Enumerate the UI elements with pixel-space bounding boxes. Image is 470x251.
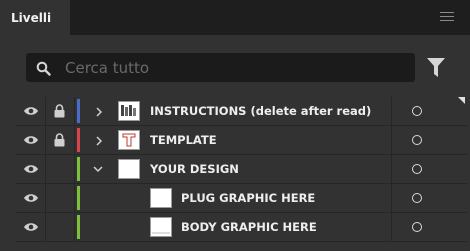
layer-row-plug-graphic[interactable]: PLUG GRAPHIC HERE — [16, 184, 467, 213]
eye-icon — [24, 165, 38, 173]
target-circle-icon[interactable] — [412, 193, 422, 203]
column-divider — [391, 97, 392, 125]
layers-panel: Livelli Cerca tutto INSTRUCTIONS (delete… — [0, 0, 470, 251]
visibility-toggle[interactable] — [16, 126, 46, 154]
layer-name[interactable]: TEMPLATE — [150, 133, 217, 147]
lock-toggle-empty[interactable] — [46, 213, 75, 241]
filter-icon[interactable] — [427, 58, 445, 78]
layer-color-bar — [77, 128, 80, 152]
panel-tab-bar: Livelli — [0, 0, 470, 35]
layer-thumbnail — [118, 101, 140, 121]
lock-toggle[interactable] — [46, 97, 75, 125]
layer-color-bar — [77, 215, 80, 239]
sublayer-thumbnail — [150, 217, 172, 237]
eye-icon — [24, 223, 38, 231]
lock-toggle-empty[interactable] — [46, 155, 75, 183]
chevron-right-icon[interactable] — [94, 107, 104, 117]
layers-list: INSTRUCTIONS (delete after read) TEMPLAT… — [16, 97, 467, 242]
layer-row-body-graphic[interactable]: BODY GRAPHIC HERE — [16, 213, 467, 242]
eye-icon — [24, 107, 38, 115]
search-input[interactable] — [65, 57, 405, 79]
column-divider — [391, 213, 392, 241]
visibility-toggle[interactable] — [16, 97, 46, 125]
target-circle-icon[interactable] — [412, 106, 422, 116]
visibility-toggle[interactable] — [16, 213, 46, 241]
target-circle-icon[interactable] — [412, 164, 422, 174]
layer-color-bar — [77, 99, 80, 123]
layer-name[interactable]: INSTRUCTIONS (delete after read) — [150, 104, 371, 118]
visibility-toggle[interactable] — [16, 184, 46, 212]
chevron-down-icon[interactable] — [93, 164, 103, 174]
lock-toggle-empty[interactable] — [46, 184, 75, 212]
search-icon — [36, 61, 51, 76]
column-divider — [391, 184, 392, 212]
eye-icon — [24, 194, 38, 202]
target-circle-icon[interactable] — [412, 222, 422, 232]
layer-color-bar — [77, 186, 80, 210]
layer-thumbnail — [118, 130, 140, 150]
layer-row-template[interactable]: TEMPLATE — [16, 126, 467, 155]
lock-icon — [54, 104, 65, 118]
eye-icon — [24, 136, 38, 144]
target-circle-icon[interactable] — [412, 135, 422, 145]
layer-name[interactable]: YOUR DESIGN — [150, 162, 239, 176]
hamburger-menu-icon[interactable] — [440, 12, 454, 23]
lock-toggle[interactable] — [46, 126, 75, 154]
layer-color-bar — [77, 157, 80, 181]
search-box — [26, 53, 415, 82]
layer-row-instructions[interactable]: INSTRUCTIONS (delete after read) — [16, 97, 467, 126]
layer-row-your-design[interactable]: YOUR DESIGN — [16, 155, 467, 184]
sublayer-name[interactable]: BODY GRAPHIC HERE — [181, 220, 317, 234]
tab-layers[interactable]: Livelli — [0, 0, 70, 35]
selection-corner-marker — [458, 97, 465, 104]
instructions-thumbnail-icon — [121, 105, 136, 116]
template-thumbnail-icon — [122, 133, 136, 147]
sublayer-thumbnail — [150, 188, 172, 208]
chevron-right-icon[interactable] — [94, 136, 104, 146]
column-divider — [391, 155, 392, 183]
lock-icon — [54, 133, 65, 147]
body-thumbnail-icon — [152, 232, 170, 234]
sublayer-name[interactable]: PLUG GRAPHIC HERE — [181, 191, 315, 205]
visibility-toggle[interactable] — [16, 155, 46, 183]
column-divider — [391, 126, 392, 154]
layer-thumbnail — [118, 159, 140, 179]
